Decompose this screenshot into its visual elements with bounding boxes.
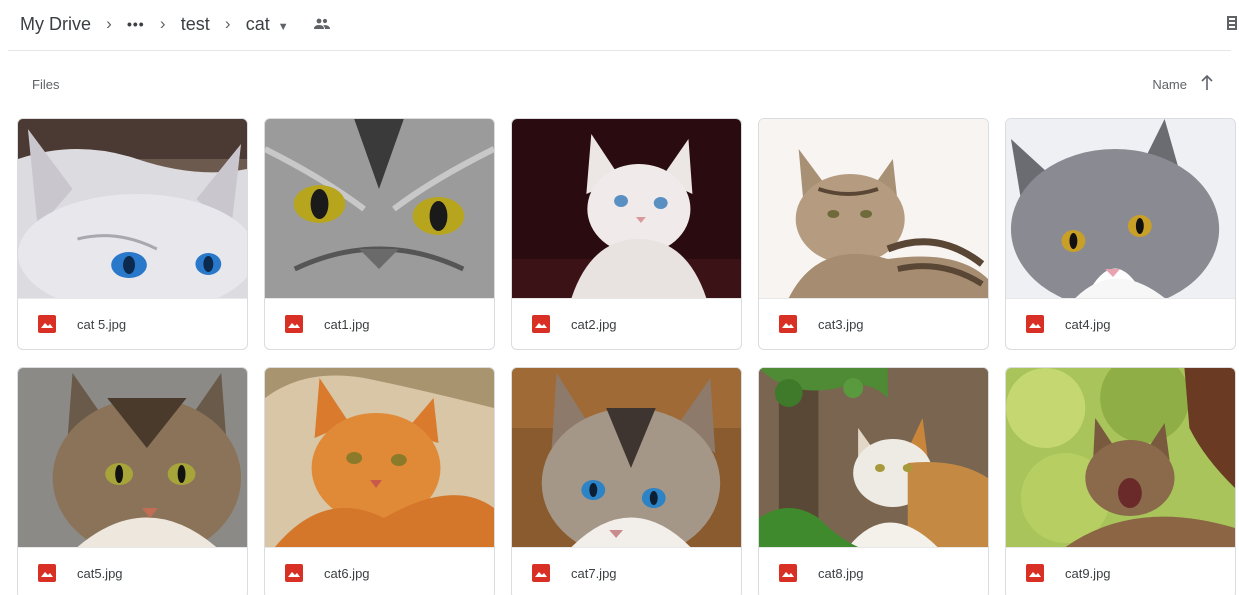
file-name-row: cat 5.jpg bbox=[18, 298, 247, 349]
file-name: cat3.jpg bbox=[818, 316, 864, 332]
file-thumbnail bbox=[759, 368, 988, 547]
breadcrumb-current-label: cat bbox=[245, 13, 270, 34]
caret-down-icon: ▼ bbox=[277, 20, 289, 33]
file-name: cat8.jpg bbox=[818, 565, 864, 581]
drive-page: My Drive › ••• › test › cat ▼ Files Name bbox=[0, 0, 1239, 595]
file-name-row: cat1.jpg bbox=[265, 298, 494, 349]
file-name-row: cat4.jpg bbox=[1006, 298, 1235, 349]
breadcrumb-my-drive[interactable]: My Drive bbox=[18, 10, 93, 39]
breadcrumb-more[interactable]: ••• bbox=[125, 12, 147, 36]
file-name: cat4.jpg bbox=[1065, 316, 1111, 332]
file-thumbnail bbox=[265, 368, 494, 547]
breadcrumb-current-folder[interactable]: cat ▼ bbox=[244, 10, 291, 39]
file-card[interactable]: cat4.jpg bbox=[1005, 118, 1236, 350]
file-name: cat9.jpg bbox=[1065, 565, 1111, 581]
details-icon[interactable] bbox=[1227, 16, 1237, 30]
file-card[interactable]: cat2.jpg bbox=[511, 118, 742, 350]
file-thumbnail bbox=[18, 119, 247, 298]
image-file-icon bbox=[285, 564, 303, 582]
breadcrumb: My Drive › ••• › test › cat ▼ bbox=[18, 0, 331, 48]
image-file-icon bbox=[1026, 564, 1044, 582]
file-thumbnail bbox=[18, 368, 247, 547]
image-file-icon bbox=[285, 315, 303, 333]
file-card[interactable]: cat6.jpg bbox=[264, 367, 495, 595]
file-card[interactable]: cat5.jpg bbox=[17, 367, 248, 595]
file-name-row: cat7.jpg bbox=[512, 547, 741, 595]
breadcrumb-test[interactable]: test bbox=[179, 10, 212, 39]
file-card[interactable]: cat7.jpg bbox=[511, 367, 742, 595]
image-file-icon bbox=[1026, 315, 1044, 333]
image-file-icon bbox=[532, 315, 550, 333]
file-name: cat 5.jpg bbox=[77, 316, 127, 332]
file-name-row: cat2.jpg bbox=[512, 298, 741, 349]
file-card[interactable]: cat9.jpg bbox=[1005, 367, 1236, 595]
image-file-icon bbox=[38, 564, 56, 582]
image-file-icon bbox=[779, 564, 797, 582]
file-thumbnail bbox=[512, 119, 741, 298]
file-name-row: cat6.jpg bbox=[265, 547, 494, 595]
file-name: cat1.jpg bbox=[324, 316, 370, 332]
file-thumbnail bbox=[265, 119, 494, 298]
header-divider bbox=[8, 50, 1231, 51]
file-thumbnail bbox=[759, 119, 988, 298]
file-card[interactable]: cat1.jpg bbox=[264, 118, 495, 350]
chevron-right-icon: › bbox=[224, 14, 231, 33]
file-name: cat2.jpg bbox=[571, 316, 617, 332]
file-grid: cat 5.jpg cat1.jpg cat2.jpg cat3.jpg cat… bbox=[17, 118, 1236, 595]
arrow-up-icon[interactable] bbox=[1199, 74, 1215, 92]
file-name: cat6.jpg bbox=[324, 565, 370, 581]
section-title-files: Files bbox=[32, 77, 60, 92]
file-name: cat5.jpg bbox=[77, 565, 123, 581]
shared-folder-icon[interactable] bbox=[313, 17, 331, 31]
file-thumbnail bbox=[1006, 368, 1235, 547]
sort-by-name-button[interactable]: Name bbox=[1152, 77, 1187, 92]
image-file-icon bbox=[779, 315, 797, 333]
image-file-icon bbox=[38, 315, 56, 333]
chevron-right-icon: › bbox=[106, 14, 112, 33]
file-card[interactable]: cat 5.jpg bbox=[17, 118, 248, 350]
file-thumbnail bbox=[512, 368, 741, 547]
file-name-row: cat5.jpg bbox=[18, 547, 247, 595]
file-name-row: cat9.jpg bbox=[1006, 547, 1235, 595]
file-card[interactable]: cat3.jpg bbox=[758, 118, 989, 350]
file-card[interactable]: cat8.jpg bbox=[758, 367, 989, 595]
file-name: cat7.jpg bbox=[571, 565, 617, 581]
file-thumbnail bbox=[1006, 119, 1235, 298]
chevron-right-icon: › bbox=[159, 14, 166, 33]
file-name-row: cat3.jpg bbox=[759, 298, 988, 349]
image-file-icon bbox=[532, 564, 550, 582]
file-name-row: cat8.jpg bbox=[759, 547, 988, 595]
